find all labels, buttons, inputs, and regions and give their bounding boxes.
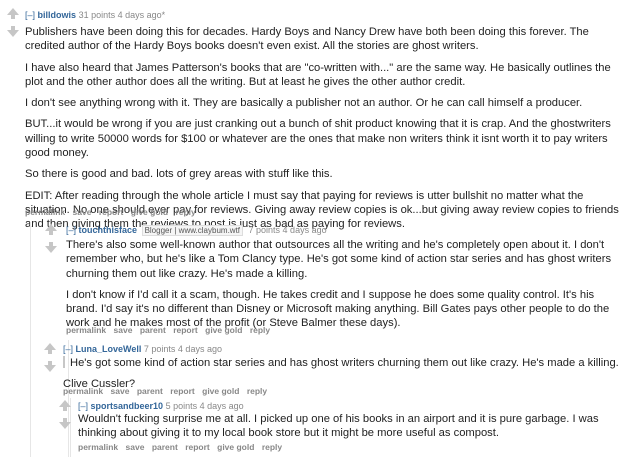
collapse-toggle[interactable]: [–] [25,10,35,20]
save-button[interactable]: save [73,207,92,217]
score-time: 7 points 4 days ago [143,344,222,354]
parent-button[interactable]: parent [152,442,178,452]
comment-body: Publishers have been doing this for deca… [25,25,625,232]
collapse-toggle[interactable]: [–] [66,225,76,235]
reply-button[interactable]: reply [247,386,267,396]
comment-paragraph: Publishers have been doing this for deca… [25,26,589,53]
reply-button[interactable]: reply [250,325,270,335]
comment-buttons: permalink save parent report give gold r… [66,324,275,336]
comment-tagline: [–] Luna_LoveWell 7 points 4 days ago [63,343,222,355]
downvote-arrow-icon[interactable] [59,418,71,429]
score-time: 5 points 4 days ago [165,401,244,411]
parent-button[interactable]: parent [137,386,163,396]
give-gold-button[interactable]: give gold [205,325,242,335]
quote-text: He's got some kind of action star series… [70,357,619,369]
comment-tagline: [–] billdowis 31 points 4 days ago* [25,9,165,21]
comment-paragraph: I have also heard that James Patterson's… [25,61,611,88]
upvote-arrow-icon[interactable] [44,343,56,354]
permalink-button[interactable]: permalink [25,207,65,217]
author-link[interactable]: Luna_LoveWell [76,344,142,354]
comment-body: Wouldn't fucking surprise me at all. I p… [78,412,630,441]
save-button[interactable]: save [114,325,133,335]
score-time: 31 points 4 days ago* [78,10,166,20]
score-time: 7 points 4 days ago [248,225,327,235]
author-link[interactable]: touchthisface [79,225,138,235]
save-button[interactable]: save [126,442,145,452]
upvote-arrow-icon[interactable] [45,224,57,235]
collapse-toggle[interactable]: [–] [78,401,88,411]
permalink-button[interactable]: permalink [63,386,103,396]
quote-bar [63,356,65,368]
report-button[interactable]: report [170,386,195,396]
comment-buttons: permalink save parent report give gold r… [78,441,287,453]
give-gold-button[interactable]: give gold [202,386,239,396]
comment-paragraph: There's also some well-known author that… [66,239,612,280]
permalink-button[interactable]: permalink [66,325,106,335]
upvote-arrow-icon[interactable] [59,400,71,411]
author-link[interactable]: billdowis [38,10,77,20]
give-gold-button[interactable]: give gold [131,207,168,217]
comment-tagline: [–] touchthisface Blogger | www.claybum.… [66,224,327,237]
comment-body: There's also some well-known author that… [66,238,626,331]
reply-button[interactable]: reply [262,442,282,452]
comment-paragraph: I don't see anything wrong with it. They… [25,97,583,110]
give-gold-button[interactable]: give gold [217,442,254,452]
collapse-toggle[interactable]: [–] [63,344,73,354]
comment-buttons: permalink save report give gold reply [25,206,201,218]
upvote-arrow-icon[interactable] [7,8,19,19]
comment-paragraph: Wouldn't fucking surprise me at all. I p… [78,413,599,440]
downvote-arrow-icon[interactable] [7,26,19,37]
permalink-button[interactable]: permalink [78,442,118,452]
reply-button[interactable]: reply [175,207,195,217]
author-link[interactable]: sportsandbeer10 [91,401,164,411]
comment-paragraph: So there is good and bad. lots of grey a… [25,168,333,181]
report-button[interactable]: report [173,325,198,335]
comment-tagline: [–] sportsandbeer10 5 points 4 days ago [78,400,244,412]
report-button[interactable]: report [185,442,210,452]
blockquote: He's got some kind of action star series… [63,356,628,370]
comment-paragraph: BUT...it would be wrong if you are just … [25,118,611,160]
downvote-arrow-icon[interactable] [45,242,57,253]
comment-buttons: permalink save parent report give gold r… [63,385,272,397]
save-button[interactable]: save [111,386,130,396]
downvote-arrow-icon[interactable] [44,361,56,372]
report-button[interactable]: report [99,207,124,217]
user-flair: Blogger | www.claybum.wtf [141,225,244,236]
thread-line [30,222,31,457]
parent-button[interactable]: parent [140,325,166,335]
